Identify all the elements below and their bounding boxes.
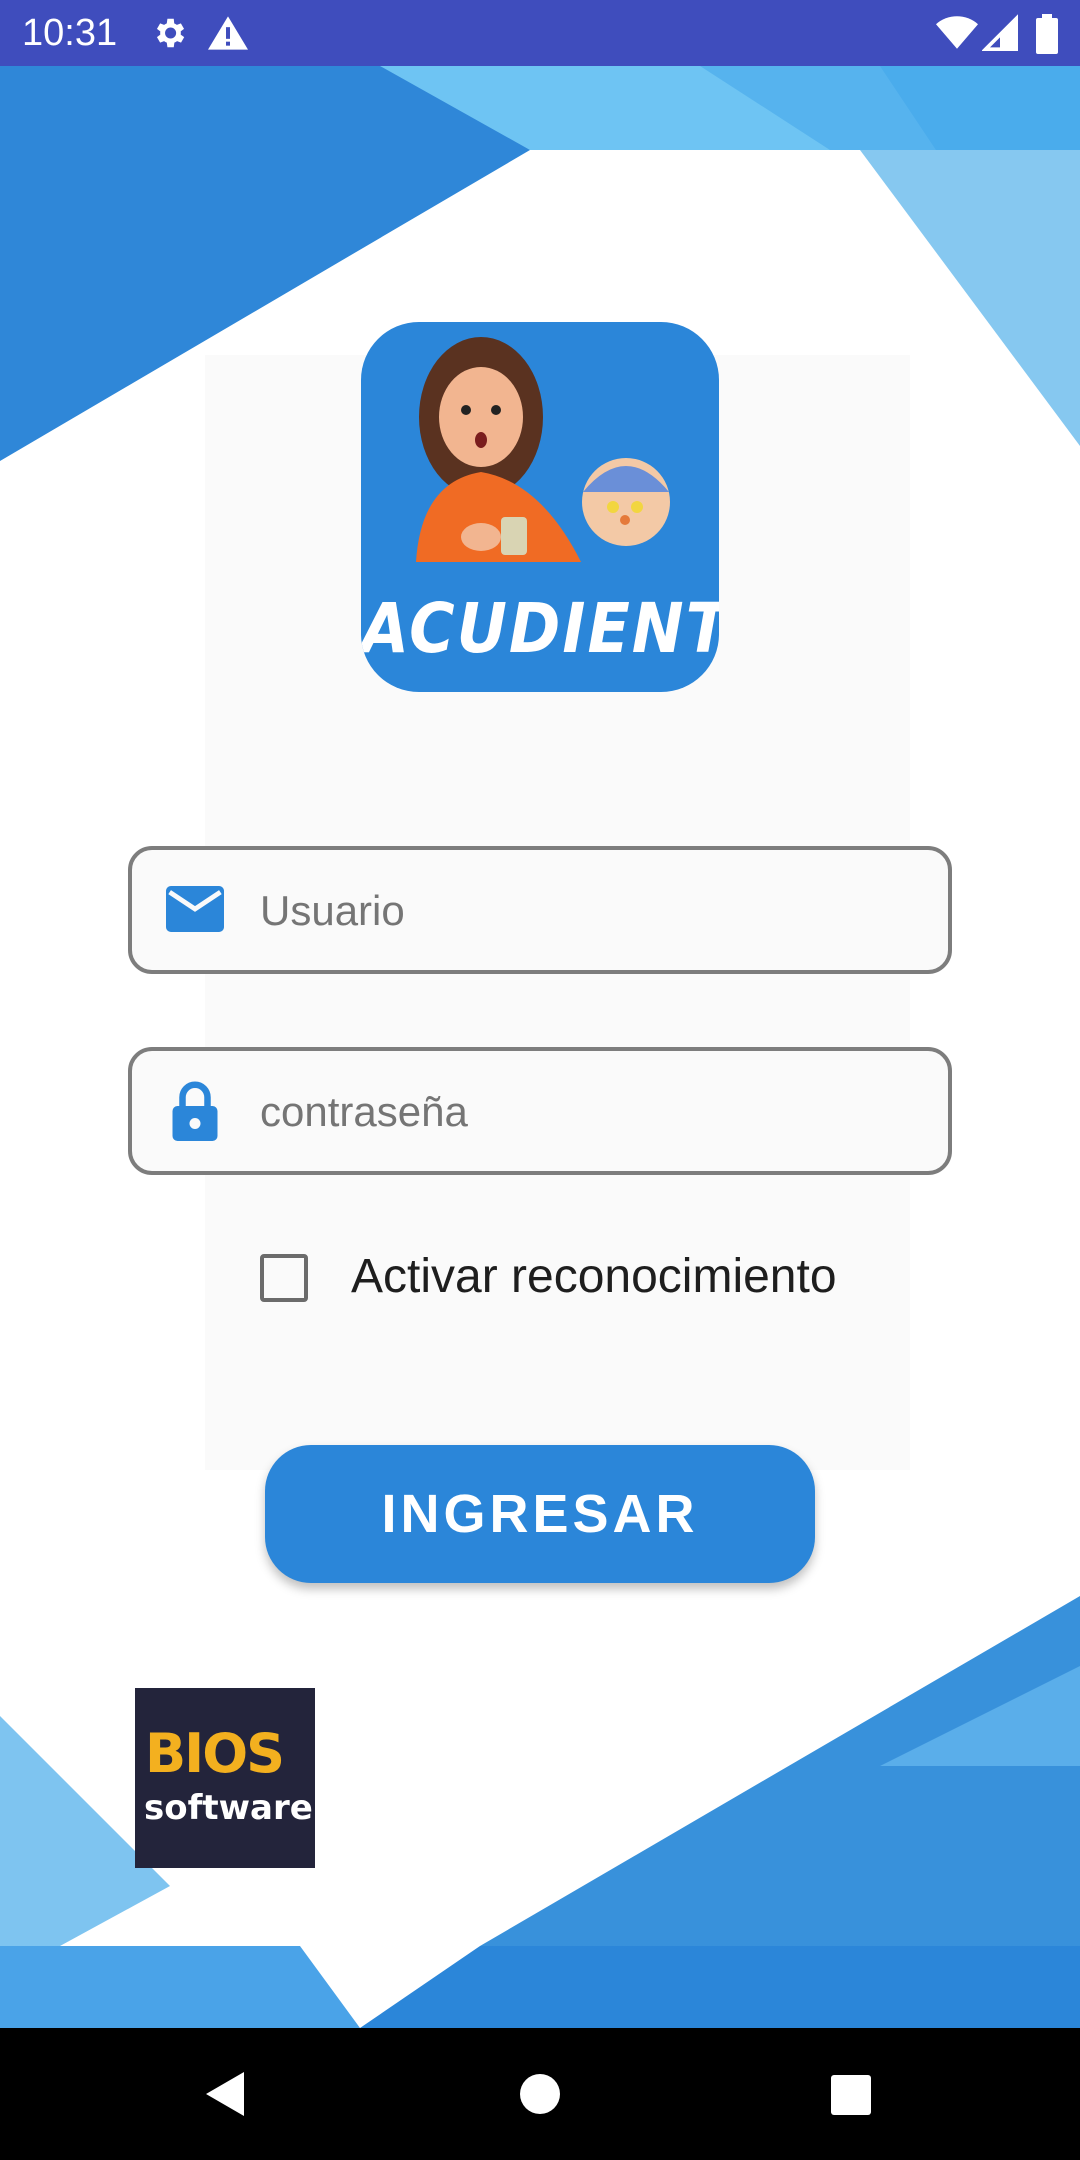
- username-input[interactable]: [260, 876, 920, 946]
- back-icon[interactable]: [166, 2028, 286, 2160]
- login-button[interactable]: INGRESAR: [265, 1445, 815, 1583]
- signal-icon: [981, 14, 1018, 57]
- status-bar: 10:31: [0, 0, 1080, 66]
- status-time: 10:31: [22, 12, 118, 54]
- lock-icon: [172, 1081, 218, 1146]
- bios-logo-main: BIOS: [145, 1722, 285, 1785]
- navigation-bar: [0, 2028, 1080, 2160]
- warning-icon: [208, 14, 248, 57]
- biometric-checkbox-label[interactable]: Activar reconocimiento: [351, 1248, 837, 1306]
- app-logo-text: ACUDIENTE: [361, 588, 719, 669]
- bios-software-logo: BIOS software: [135, 1688, 315, 1868]
- password-input[interactable]: [260, 1077, 920, 1147]
- app-logo: ACUDIENTE: [361, 322, 719, 692]
- bios-logo-sub: software: [144, 1788, 313, 1828]
- wifi-icon: [936, 14, 978, 57]
- gear-icon: [150, 14, 188, 57]
- recents-icon[interactable]: [790, 2028, 910, 2160]
- home-icon[interactable]: [480, 2028, 600, 2160]
- biometric-checkbox[interactable]: [260, 1254, 308, 1302]
- email-icon: [166, 886, 224, 937]
- battery-icon: [1036, 14, 1058, 59]
- password-field[interactable]: [128, 1047, 952, 1175]
- username-field[interactable]: [128, 846, 952, 974]
